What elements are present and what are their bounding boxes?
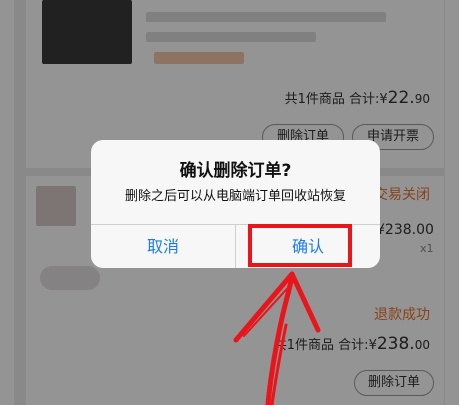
highlight-box <box>248 224 352 267</box>
cancel-button[interactable]: 取消 <box>91 225 235 268</box>
app-screen: 共1件商品 合计:¥22.90 删除订单 申请开票 交易关闭 ¥238.00 x… <box>0 0 459 405</box>
dialog-title: 确认删除订单? <box>179 161 292 181</box>
dialog-message: 删除之后可以从电脑端订单回收站恢复 <box>124 189 346 204</box>
